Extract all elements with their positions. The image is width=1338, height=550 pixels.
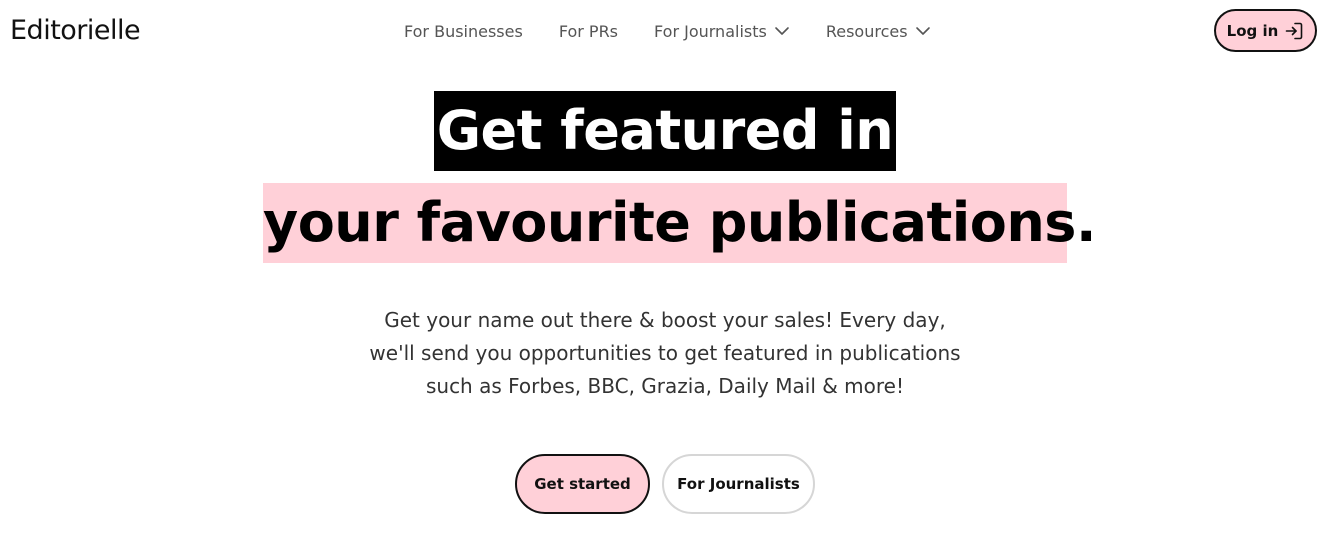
nav-item-for-journalists[interactable]: For Journalists (654, 22, 790, 41)
login-arrow-icon (1286, 22, 1303, 39)
get-started-button[interactable]: Get started (515, 454, 650, 514)
nav-item-label: Resources (825, 21, 908, 41)
for-journalists-button[interactable]: For Journalists (662, 454, 815, 514)
hero-subtext-line: Get your name out there & boost your sal… (384, 308, 946, 332)
hero-headline-line-2: your favourite publications. (263, 183, 1096, 263)
nav-item-for-prs[interactable]: For PRs (559, 22, 618, 41)
main-nav: For Businesses For PRs For Journalists R… (404, 16, 931, 46)
nav-item-resources[interactable]: Resources (826, 22, 931, 41)
hero-subtext-line: such as Forbes, BBC, Grazia, Daily Mail … (425, 374, 905, 398)
hero-headline-line-1: Get featured in (434, 91, 896, 171)
chevron-down-icon (775, 27, 789, 35)
nav-item-label: For Businesses (404, 21, 523, 41)
hero-subtext-line: we'll send you opportunities to get feat… (369, 341, 961, 365)
login-button-label: Log in (1226, 21, 1279, 40)
nav-item-label: For PRs (558, 21, 619, 41)
login-button[interactable]: Log in (1214, 9, 1317, 52)
chevron-down-icon (915, 27, 930, 35)
hero-subtext: Get your name out there & boost your sal… (300, 304, 1030, 403)
nav-item-label: For Journalists (654, 21, 767, 41)
nav-item-for-businesses[interactable]: For Businesses (404, 22, 523, 41)
brand-logo[interactable]: Editorielle (10, 12, 141, 50)
